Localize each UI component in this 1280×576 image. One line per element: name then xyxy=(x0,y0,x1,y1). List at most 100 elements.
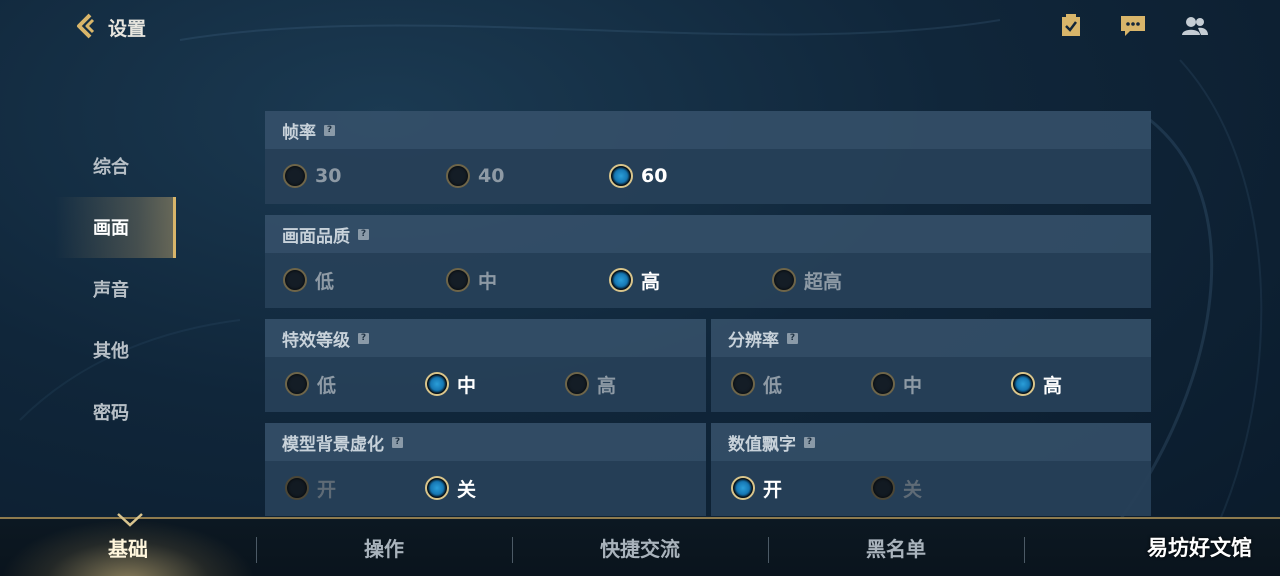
option-damage-text-on[interactable]: 开 xyxy=(731,475,782,501)
panel-options: 低 中 高 超高 xyxy=(265,253,1151,308)
help-icon[interactable]: ? xyxy=(787,332,798,344)
panel-header: 帧率 ? xyxy=(265,111,1151,149)
option-effects-medium[interactable]: 中 xyxy=(425,371,476,397)
option-label: 超高 xyxy=(804,270,843,293)
panel-header: 分辨率 ? xyxy=(711,319,1151,357)
option-label: 30 xyxy=(315,165,342,187)
option-label: 中 xyxy=(478,270,498,293)
radio-button-selected xyxy=(609,164,633,188)
option-label: 开 xyxy=(763,478,783,501)
option-label: 开 xyxy=(317,478,337,501)
watermark-text: 易坊好文馆 xyxy=(1147,536,1252,560)
option-damage-text-off[interactable]: 关 xyxy=(871,475,922,501)
panel-header: 模型背景虚化 ? xyxy=(265,423,706,461)
back-arrow-icon xyxy=(77,13,95,39)
radio-button xyxy=(285,372,309,396)
option-label: 低 xyxy=(317,374,337,397)
tab-quick-chat[interactable]: 快捷交流 xyxy=(512,519,768,576)
radio-button xyxy=(772,268,796,292)
radio-button xyxy=(283,268,307,292)
option-resolution-high[interactable]: 高 xyxy=(1011,371,1062,397)
option-label: 高 xyxy=(641,270,661,293)
panel-options: 开 关 xyxy=(265,461,706,516)
panel-options: 30 40 60 xyxy=(265,149,1151,204)
option-resolution-medium[interactable]: 中 xyxy=(871,371,922,397)
help-icon[interactable]: ? xyxy=(392,436,403,448)
panel-model-blur: 模型背景虚化 ? 开 关 xyxy=(265,423,706,516)
page-title: 设置 xyxy=(108,18,147,40)
panel-frame-rate: 帧率 ? 30 40 60 xyxy=(265,111,1151,204)
option-model-blur-off[interactable]: 关 xyxy=(425,475,476,501)
option-fps-60[interactable]: 60 xyxy=(609,163,667,189)
friends-icon[interactable] xyxy=(1180,12,1210,40)
option-label: 高 xyxy=(597,374,617,397)
radio-button xyxy=(446,164,470,188)
panel-resolution: 分辨率 ? 低 中 高 xyxy=(711,319,1151,412)
radio-button xyxy=(285,476,309,500)
option-label: 中 xyxy=(903,374,923,397)
radio-button xyxy=(871,476,895,500)
panel-effects: 特效等级 ? 低 中 高 xyxy=(265,319,706,412)
side-item-graphics[interactable]: 画面 xyxy=(55,196,176,258)
radio-button-selected xyxy=(425,372,449,396)
panel-header: 画面品质 ? xyxy=(265,215,1151,253)
top-icon-group xyxy=(1056,12,1210,40)
option-fps-30[interactable]: 30 xyxy=(283,163,341,189)
panel-header: 数值飘字 ? xyxy=(711,423,1151,461)
panel-header: 特效等级 ? xyxy=(265,319,706,357)
option-label: 关 xyxy=(903,478,923,501)
option-label: 中 xyxy=(457,374,477,397)
help-icon[interactable]: ? xyxy=(358,228,369,240)
panel-title: 画面品质 xyxy=(282,226,350,247)
radio-button-selected xyxy=(1011,372,1035,396)
option-label: 40 xyxy=(478,165,505,187)
side-item-password[interactable]: 密码 xyxy=(55,381,176,443)
option-quality-low[interactable]: 低 xyxy=(283,267,334,293)
option-resolution-low[interactable]: 低 xyxy=(731,371,782,397)
panel-title: 帧率 xyxy=(282,122,316,143)
active-tab-pointer-icon xyxy=(117,513,143,527)
option-label: 低 xyxy=(315,270,335,293)
option-fps-40[interactable]: 40 xyxy=(446,163,504,189)
radio-button xyxy=(446,268,470,292)
radio-button-selected xyxy=(609,268,633,292)
panel-title: 分辨率 xyxy=(728,330,779,351)
option-label: 高 xyxy=(1043,374,1063,397)
tab-controls[interactable]: 操作 xyxy=(256,519,512,576)
panel-title: 数值飘字 xyxy=(728,434,796,455)
radio-button-selected xyxy=(731,476,755,500)
help-icon[interactable]: ? xyxy=(324,124,335,136)
panel-damage-text: 数值飘字 ? 开 关 xyxy=(711,423,1151,516)
option-effects-low[interactable]: 低 xyxy=(285,371,336,397)
radio-button xyxy=(871,372,895,396)
panel-title: 模型背景虚化 xyxy=(282,434,384,455)
panel-options: 低 中 高 xyxy=(711,357,1151,412)
radio-button xyxy=(731,372,755,396)
option-model-blur-on[interactable]: 开 xyxy=(285,475,336,501)
panel-options: 低 中 高 xyxy=(265,357,706,412)
radio-button xyxy=(283,164,307,188)
radio-button xyxy=(565,372,589,396)
back-button[interactable] xyxy=(70,10,102,42)
tab-blacklist[interactable]: 黑名单 xyxy=(768,519,1024,576)
side-item-sound[interactable]: 声音 xyxy=(55,258,176,320)
panel-title: 特效等级 xyxy=(282,330,350,351)
help-icon[interactable]: ? xyxy=(358,332,369,344)
option-quality-ultra[interactable]: 超高 xyxy=(772,267,842,293)
chat-bubble-icon[interactable] xyxy=(1118,12,1148,40)
side-item-general[interactable]: 综合 xyxy=(55,135,176,197)
option-quality-medium[interactable]: 中 xyxy=(446,267,497,293)
task-check-icon[interactable] xyxy=(1056,12,1086,40)
side-item-other[interactable]: 其他 xyxy=(55,320,176,382)
tab-basic[interactable]: 基础 xyxy=(0,519,256,576)
help-icon[interactable]: ? xyxy=(804,436,815,448)
panel-quality: 画面品质 ? 低 中 高 超高 xyxy=(265,215,1151,308)
option-label: 低 xyxy=(763,374,783,397)
option-label: 关 xyxy=(457,478,477,501)
panel-options: 开 关 xyxy=(711,461,1151,516)
bottom-tab-bar: 基础 操作 快捷交流 黑名单 xyxy=(0,517,1280,576)
option-label: 60 xyxy=(641,165,668,187)
option-effects-high[interactable]: 高 xyxy=(565,371,616,397)
option-quality-high[interactable]: 高 xyxy=(609,267,660,293)
radio-button-selected xyxy=(425,476,449,500)
